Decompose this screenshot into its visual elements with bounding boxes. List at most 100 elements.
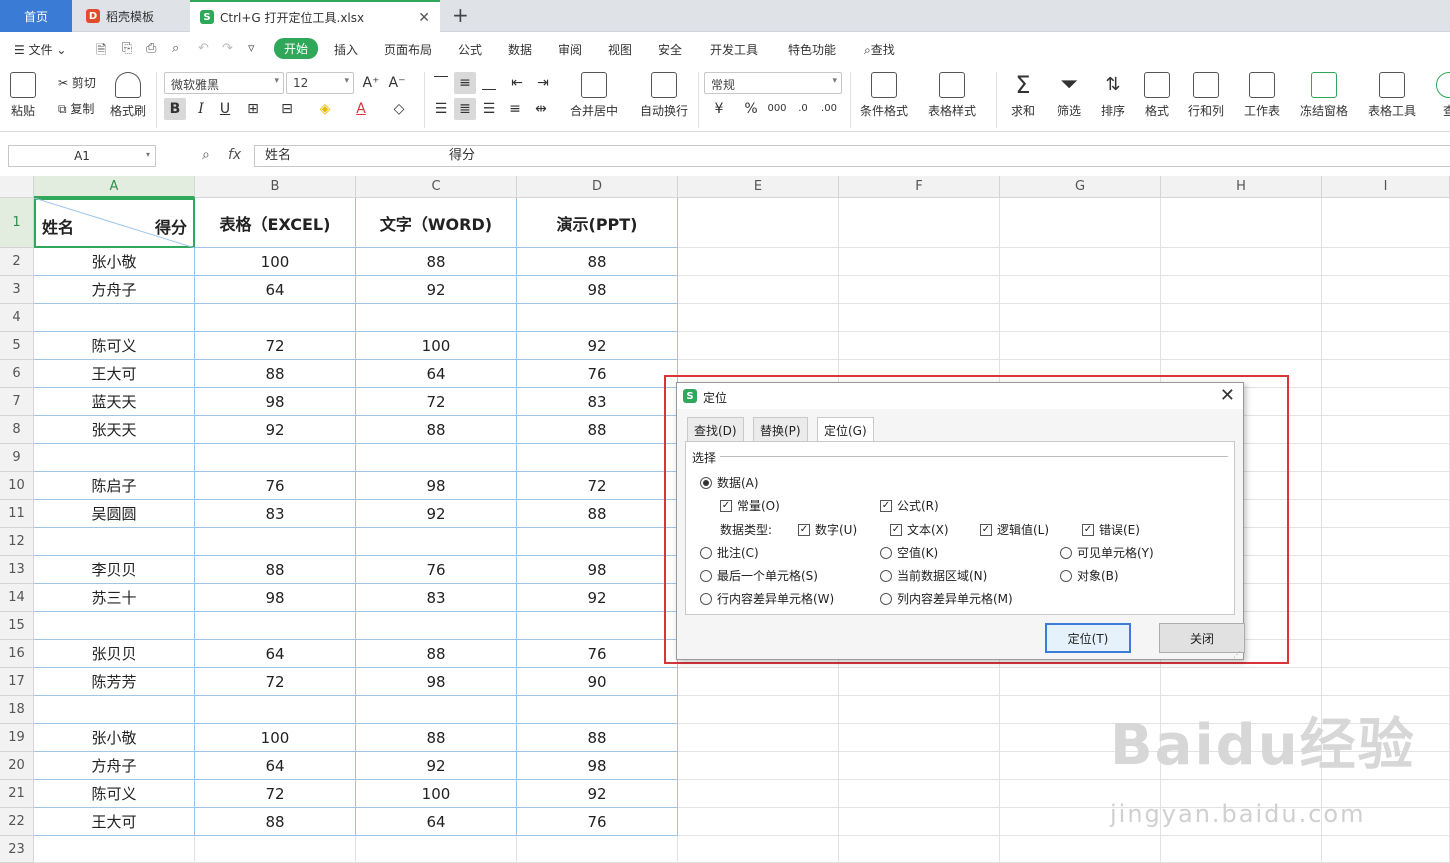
cell-a13[interactable]: 李贝贝 xyxy=(34,556,195,584)
cell-h23[interactable] xyxy=(1161,836,1322,863)
cell-a9[interactable] xyxy=(34,444,195,472)
cell-a18[interactable] xyxy=(34,696,195,724)
cell-b7[interactable]: 98 xyxy=(195,388,356,416)
column-header-d[interactable]: D xyxy=(517,176,678,198)
cell-c12[interactable] xyxy=(356,528,517,556)
currency-icon[interactable]: ¥ xyxy=(708,98,730,120)
col-diff-radio[interactable]: 列内容差异单元格(M) xyxy=(880,590,1013,607)
rows-cols-button[interactable]: 行和列 xyxy=(1188,72,1224,119)
menu-insert[interactable]: 插入 xyxy=(334,41,358,58)
eraser-icon[interactable]: ◇ xyxy=(388,98,410,120)
border-icon[interactable]: ⊞ xyxy=(242,98,264,120)
cell-d1[interactable]: 演示(PPT) xyxy=(517,198,678,248)
filter-button[interactable]: ⏷ 筛选 xyxy=(1056,72,1082,119)
decrease-font-icon[interactable]: A⁻ xyxy=(386,72,408,94)
cell-f18[interactable] xyxy=(839,696,1000,724)
row-header-14[interactable]: 14 xyxy=(0,584,34,612)
cell-c6[interactable]: 64 xyxy=(356,360,517,388)
copy-button[interactable]: ⧉ 复制 xyxy=(58,100,94,117)
align-top-icon[interactable]: ⎺ xyxy=(430,72,452,94)
format-button[interactable]: 格式 xyxy=(1144,72,1170,119)
cell-d18[interactable] xyxy=(517,696,678,724)
cell-d23[interactable] xyxy=(517,836,678,863)
cell-b4[interactable] xyxy=(195,304,356,332)
find-button[interactable]: 查 xyxy=(1436,72,1450,119)
justify-icon[interactable]: ≡ xyxy=(504,98,526,120)
cut-button[interactable]: ✂ 剪切 xyxy=(58,74,96,91)
name-box-dropdown-icon[interactable]: ▾ xyxy=(146,150,150,159)
cell-e4[interactable] xyxy=(678,304,839,332)
italic-icon[interactable]: I xyxy=(190,98,212,120)
cell-a6[interactable]: 王大可 xyxy=(34,360,195,388)
cell-e5[interactable] xyxy=(678,332,839,360)
menu-formula[interactable]: 公式 xyxy=(458,41,482,58)
cell-b11[interactable]: 83 xyxy=(195,500,356,528)
undo-icon[interactable]: ↶ xyxy=(198,41,209,56)
cell-i8[interactable] xyxy=(1322,416,1450,444)
cell-d12[interactable] xyxy=(517,528,678,556)
cell-h4[interactable] xyxy=(1161,304,1322,332)
cell-d6[interactable]: 76 xyxy=(517,360,678,388)
row-diff-radio[interactable]: 行内容差异单元格(W) xyxy=(700,590,834,607)
cell-d17[interactable]: 90 xyxy=(517,668,678,696)
row-header-15[interactable]: 15 xyxy=(0,612,34,640)
logical-checkbox[interactable]: ✓ 逻辑值(L) xyxy=(980,521,1049,538)
sort-button[interactable]: ⇅ 排序 xyxy=(1100,72,1126,119)
cell-a19[interactable]: 张小敬 xyxy=(34,724,195,752)
preview-icon[interactable]: ⌕ xyxy=(172,41,179,56)
cell-b17[interactable]: 72 xyxy=(195,668,356,696)
cell-a5[interactable]: 陈可义 xyxy=(34,332,195,360)
row-header-10[interactable]: 10 xyxy=(0,472,34,500)
cell-a21[interactable]: 陈可义 xyxy=(34,780,195,808)
align-center-icon[interactable]: ≣ xyxy=(454,98,476,120)
cell-b12[interactable] xyxy=(195,528,356,556)
align-left-icon[interactable]: ☰ xyxy=(430,98,452,120)
column-header-a[interactable]: A xyxy=(34,176,195,198)
wrap-text-button[interactable]: 自动换行 xyxy=(640,72,688,119)
cell-a23[interactable] xyxy=(34,836,195,863)
align-middle-icon[interactable]: ≡ xyxy=(454,72,476,94)
cell-g2[interactable] xyxy=(1000,248,1161,276)
resize-grip-icon[interactable]: ⋰ xyxy=(1233,650,1241,659)
cell-c13[interactable]: 76 xyxy=(356,556,517,584)
cell-c14[interactable]: 83 xyxy=(356,584,517,612)
tab-file[interactable]: S Ctrl+G 打开定位工具.xlsx ✕ xyxy=(190,0,440,32)
cell-c4[interactable] xyxy=(356,304,517,332)
cell-a3[interactable]: 方舟子 xyxy=(34,276,195,304)
table-tools-button[interactable]: 表格工具 xyxy=(1368,72,1416,119)
cell-i1[interactable] xyxy=(1322,198,1450,248)
cell-i11[interactable] xyxy=(1322,500,1450,528)
cell-c5[interactable]: 100 xyxy=(356,332,517,360)
current-region-radio[interactable]: 当前数据区域(N) xyxy=(880,567,987,584)
cell-g1[interactable] xyxy=(1000,198,1161,248)
cell-e17[interactable] xyxy=(678,668,839,696)
cell-e22[interactable] xyxy=(678,808,839,836)
cell-i15[interactable] xyxy=(1322,612,1450,640)
cell-b3[interactable]: 64 xyxy=(195,276,356,304)
cell-a10[interactable]: 陈启子 xyxy=(34,472,195,500)
row-header-19[interactable]: 19 xyxy=(0,724,34,752)
row-header-5[interactable]: 5 xyxy=(0,332,34,360)
cell-i12[interactable] xyxy=(1322,528,1450,556)
cell-d16[interactable]: 76 xyxy=(517,640,678,668)
menu-search[interactable]: ⌕查找 xyxy=(864,41,895,58)
cell-c19[interactable]: 88 xyxy=(356,724,517,752)
sum-button[interactable]: Σ 求和 xyxy=(1010,72,1036,119)
cell-i16[interactable] xyxy=(1322,640,1450,668)
cell-i10[interactable] xyxy=(1322,472,1450,500)
cell-d9[interactable] xyxy=(517,444,678,472)
row-header-2[interactable]: 2 xyxy=(0,248,34,276)
align-right-icon[interactable]: ☰ xyxy=(478,98,500,120)
cell-d10[interactable]: 72 xyxy=(517,472,678,500)
menu-dev[interactable]: 开发工具 xyxy=(710,41,758,58)
worksheet-button[interactable]: 工作表 xyxy=(1244,72,1280,119)
cell-c8[interactable]: 88 xyxy=(356,416,517,444)
cell-b15[interactable] xyxy=(195,612,356,640)
cell-g3[interactable] xyxy=(1000,276,1161,304)
tab-home[interactable]: 首页 xyxy=(0,0,72,32)
thousands-icon[interactable]: 000 xyxy=(766,98,788,120)
cell-b20[interactable]: 64 xyxy=(195,752,356,780)
cell-a20[interactable]: 方舟子 xyxy=(34,752,195,780)
cell-a22[interactable]: 王大可 xyxy=(34,808,195,836)
row-header-18[interactable]: 18 xyxy=(0,696,34,724)
